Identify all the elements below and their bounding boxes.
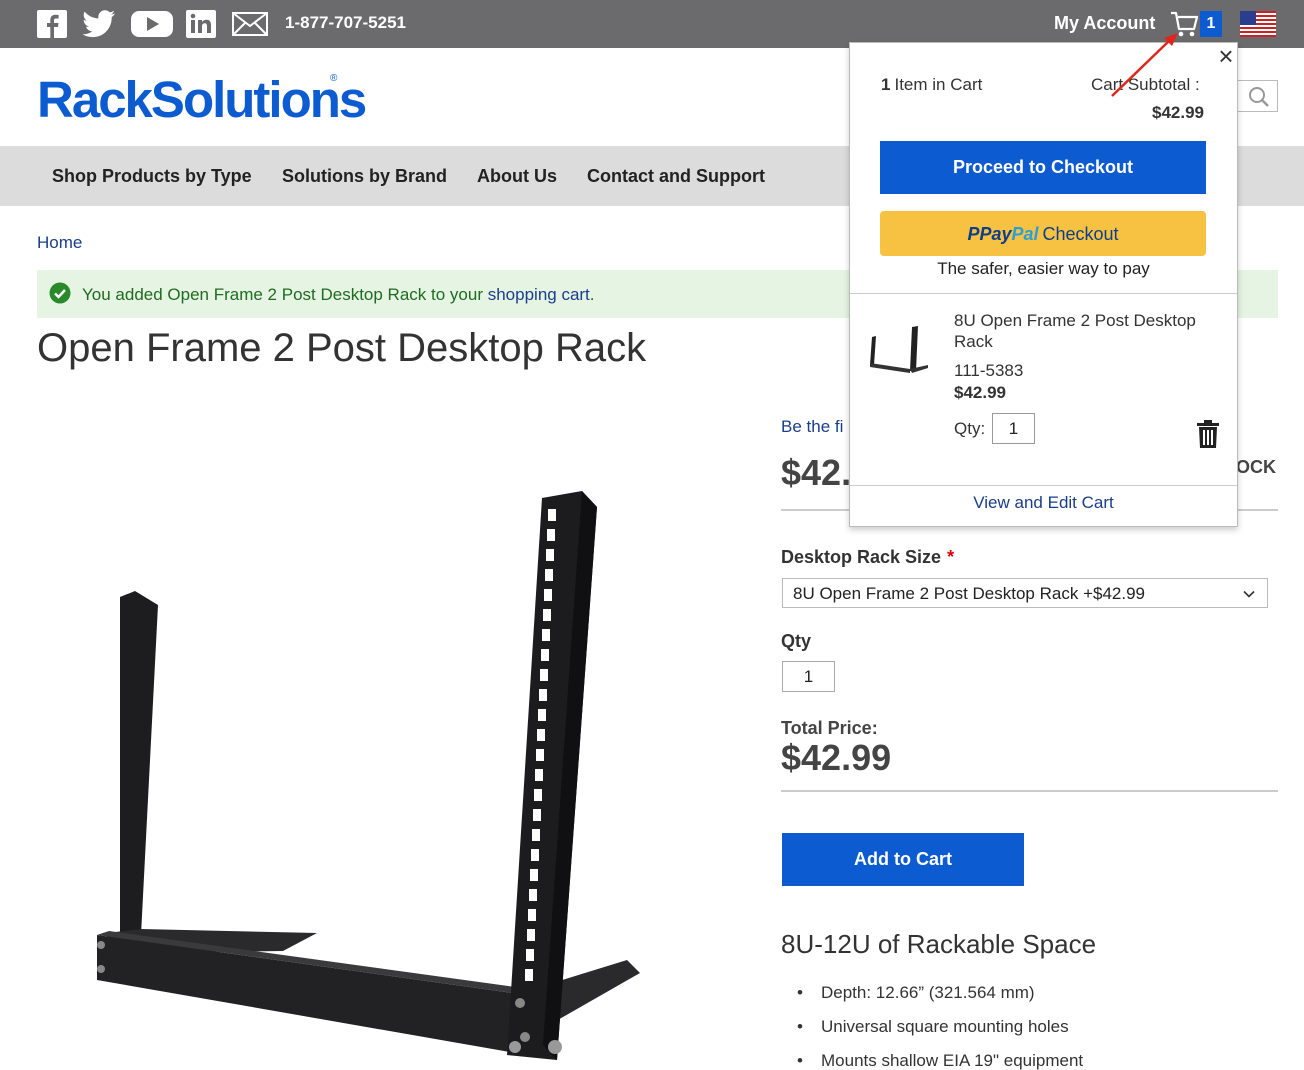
feature-item: Mounts shallow EIA 19" equipment — [797, 1051, 1083, 1070]
annotation-arrow-icon — [1111, 33, 1178, 97]
divider — [850, 293, 1237, 294]
twitter-icon[interactable] — [82, 10, 116, 38]
minicart-subtotal-value: $42.99 — [1152, 103, 1204, 122]
feature-item: Universal square mounting holes — [797, 1017, 1083, 1051]
feature-item: Depth: 12.66” (321.564 mm) — [797, 983, 1083, 1017]
paypal-checkout-text: Checkout — [1042, 224, 1119, 244]
phone-number[interactable]: 1-877-707-5251 — [285, 13, 406, 33]
email-icon[interactable] — [232, 10, 268, 38]
cart-count-badge[interactable]: 1 — [1200, 11, 1222, 37]
product-price: $42. — [781, 452, 852, 493]
nav-about-us[interactable]: About Us — [477, 166, 557, 187]
nav-contact-support[interactable]: Contact and Support — [587, 166, 765, 187]
us-flag-icon[interactable] — [1240, 11, 1276, 37]
success-text: You added Open Frame 2 Post Desktop Rack… — [82, 285, 595, 305]
divider — [850, 485, 1237, 486]
total-price-label: Total Price: — [781, 718, 878, 738]
trash-icon[interactable] — [1196, 419, 1220, 449]
proceed-to-checkout-button[interactable]: Proceed to Checkout — [880, 141, 1206, 194]
product-image[interactable] — [37, 405, 737, 1070]
features-title: 8U-12U of Rackable Space — [781, 929, 1097, 959]
minicart-count-number: 1 — [881, 75, 891, 94]
cart-item-qty-label: Qty: — [954, 419, 986, 438]
rack-size-select[interactable]: 8U Open Frame 2 Post Desktop Rack +$42.9… — [782, 578, 1268, 608]
stock-status: OCK — [1236, 457, 1276, 477]
close-icon[interactable]: × — [1215, 43, 1237, 69]
qty-label: Qty — [781, 631, 812, 651]
success-suffix: . — [589, 285, 595, 304]
required-asterisk: * — [947, 547, 955, 567]
shopping-cart-link[interactable]: shopping cart — [488, 285, 590, 304]
nav-solutions-by-brand[interactable]: Solutions by Brand — [282, 166, 447, 187]
check-circle-icon — [49, 282, 71, 304]
youtube-icon[interactable] — [131, 10, 173, 38]
paypal-logo-p: P — [967, 224, 980, 244]
cart-item-price: $42.99 — [954, 383, 1006, 402]
paypal-checkout-button[interactable]: PPayPal Checkout — [880, 211, 1206, 256]
total-price-value: $42.99 — [781, 737, 892, 778]
view-edit-cart-link[interactable]: View and Edit Cart — [849, 493, 1238, 513]
product-title: Open Frame 2 Post Desktop Rack — [37, 326, 647, 370]
search-icon[interactable] — [1248, 86, 1270, 108]
review-link[interactable]: Be the fi — [781, 417, 843, 437]
linkedin-icon[interactable] — [186, 10, 216, 38]
paypal-tagline: The safer, easier way to pay — [937, 259, 1150, 278]
breadcrumb-home[interactable]: Home — [37, 233, 82, 253]
cart-item-sku: 111-5383 — [954, 361, 1024, 380]
features-list: Depth: 12.66” (321.564 mm) Universal squ… — [797, 983, 1083, 1070]
paypal-logo-pay: Pay — [979, 224, 1012, 244]
cart-item-qty-input[interactable]: 1 — [992, 413, 1035, 444]
success-prefix: You added Open Frame 2 Post Desktop Rack… — [82, 285, 488, 304]
site-logo[interactable]: RackSolutions — [37, 70, 367, 129]
cart-item-name[interactable]: 8U Open Frame 2 Post Desktop Rack — [954, 310, 1224, 352]
cart-item-thumbnail[interactable] — [866, 315, 932, 377]
qty-input[interactable]: 1 — [782, 661, 835, 692]
chevron-down-icon — [1243, 590, 1255, 598]
minicart-count-text: Item in Cart — [894, 75, 983, 94]
facebook-icon[interactable] — [37, 10, 67, 38]
option-label: Desktop Rack Size * — [781, 547, 954, 568]
minicart-item-count: 1 Item in Cart — [881, 75, 982, 95]
nav-shop-products[interactable]: Shop Products by Type — [52, 166, 252, 187]
add-to-cart-button[interactable]: Add to Cart — [782, 833, 1024, 886]
divider — [781, 790, 1278, 792]
option-label-text: Desktop Rack Size — [781, 547, 942, 567]
paypal-logo-pal: Pal — [1011, 224, 1039, 244]
logo-registered-mark: ® — [330, 73, 338, 84]
